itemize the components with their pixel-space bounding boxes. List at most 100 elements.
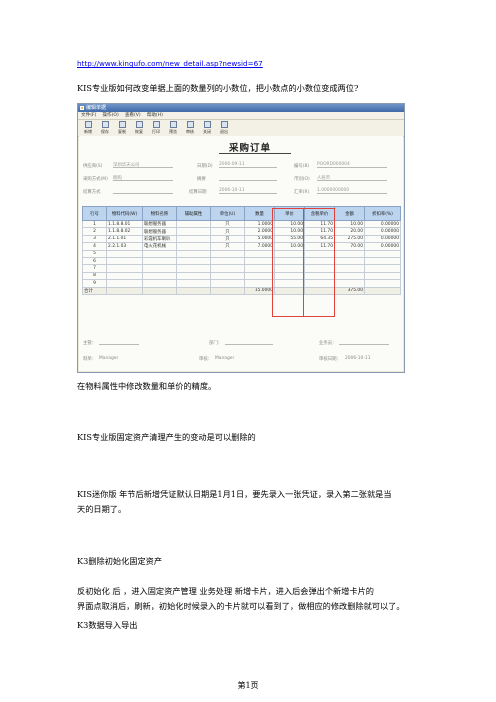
table-cell[interactable] <box>106 264 143 273</box>
table-cell[interactable] <box>210 271 245 281</box>
table-cell[interactable] <box>106 249 143 258</box>
table-row[interactable]: 7 <box>82 264 401 273</box>
table-cell[interactable] <box>364 249 401 258</box>
table-cell[interactable]: 只 <box>210 242 245 251</box>
table-cell[interactable] <box>176 264 211 273</box>
table-cell[interactable]: 3 <box>82 234 107 244</box>
table-cell[interactable] <box>142 264 177 273</box>
table-row[interactable]: 9 <box>82 279 401 288</box>
table-cell[interactable] <box>106 279 143 288</box>
menu-file[interactable]: 文件(F) <box>81 112 96 119</box>
col-item-name[interactable]: 物料名称 <box>142 206 177 221</box>
table-cell[interactable] <box>106 256 143 266</box>
col-line[interactable]: 行号 <box>82 206 107 221</box>
table-cell[interactable] <box>364 256 401 266</box>
table-cell[interactable]: 9 <box>82 279 107 288</box>
col-discount[interactable]: 折扣率(%) <box>364 206 401 221</box>
table-cell[interactable]: 2.0000 <box>244 227 275 236</box>
table-cell[interactable]: 7 <box>82 264 107 273</box>
table-cell[interactable] <box>364 264 401 273</box>
table-cell[interactable]: 0.00000 <box>364 219 401 229</box>
table-cell[interactable] <box>176 279 211 288</box>
new-button[interactable]: 新增 <box>81 121 95 135</box>
exit-button[interactable]: 退出 <box>217 121 231 135</box>
table-cell[interactable]: 电火花机械 <box>142 242 177 251</box>
table-cell[interactable]: 1.1.8.8.02 <box>106 227 143 236</box>
manager-field[interactable] <box>99 339 139 345</box>
table-cell[interactable]: 1 <box>82 219 107 229</box>
table-cell[interactable] <box>210 249 245 258</box>
table-cell[interactable]: 联想服务器 <box>142 219 177 229</box>
table-row[interactable]: 3 2.1.1.01 彩霞机车喇叭只 5.0000 55.00 64.35 275.00 0.… <box>82 234 401 244</box>
table-cell[interactable] <box>176 249 211 258</box>
table-cell[interactable]: 2.2.1.03 <box>106 242 143 251</box>
table-cell[interactable] <box>210 279 245 288</box>
table-cell[interactable]: 8 <box>82 271 107 281</box>
table-cell[interactable] <box>364 279 401 288</box>
menu-operate[interactable]: 操作(O) <box>102 112 118 119</box>
table-row[interactable]: 4 2.2.1.03 电火花机械只 7.0000 10.00 11.70 70.00 0.00… <box>82 242 401 251</box>
table-cell[interactable] <box>106 271 143 281</box>
table-cell[interactable]: 联想服务器 <box>142 227 177 236</box>
table-row[interactable]: 8 <box>82 271 401 281</box>
col-amount[interactable]: 金额 <box>334 206 365 221</box>
table-cell[interactable] <box>244 264 275 273</box>
table-cell[interactable]: 0.00000 <box>364 242 401 251</box>
table-cell[interactable] <box>244 271 275 281</box>
table-row[interactable]: 2 1.1.8.8.02 联想服务器只 2.0000 10.00 11.70 20.00 0.… <box>82 227 401 236</box>
date-field[interactable]: 2006-09-11 <box>219 162 277 168</box>
currency-field[interactable]: 人民币 <box>317 175 387 181</box>
audit-button[interactable]: 审核 <box>183 121 197 135</box>
supplier-field[interactable]: 深圳华天公司 <box>113 162 173 168</box>
table-cell[interactable] <box>176 242 211 251</box>
table-cell[interactable] <box>244 279 275 288</box>
table-cell[interactable]: 0.00000 <box>364 227 401 236</box>
table-row[interactable]: 5 <box>82 249 401 258</box>
table-cell[interactable] <box>176 227 211 236</box>
col-aux[interactable]: 辅助属性 <box>176 206 211 221</box>
table-row[interactable]: 6 <box>82 256 401 266</box>
restore-button[interactable]: 恢复 <box>132 121 146 135</box>
table-cell[interactable]: 0.00000 <box>364 234 401 244</box>
table-cell[interactable] <box>334 279 365 288</box>
table-cell[interactable]: 20.00 <box>334 227 365 236</box>
table-cell[interactable] <box>334 264 365 273</box>
table-cell[interactable] <box>142 256 177 266</box>
table-cell[interactable] <box>244 256 275 266</box>
table-cell[interactable] <box>142 279 177 288</box>
settle-date-field[interactable]: 2006-10-11 <box>219 188 277 194</box>
save-button[interactable]: 保存 <box>98 121 112 135</box>
table-cell[interactable] <box>244 249 275 258</box>
table-cell[interactable] <box>176 219 211 229</box>
table-cell[interactable]: 10.00 <box>334 219 365 229</box>
table-cell[interactable]: 彩霞机车喇叭 <box>142 234 177 244</box>
table-cell[interactable] <box>210 256 245 266</box>
table-cell[interactable] <box>334 271 365 281</box>
table-cell[interactable] <box>176 271 211 281</box>
table-cell[interactable] <box>142 271 177 281</box>
close-button[interactable]: 关闭 <box>200 121 214 135</box>
table-cell[interactable]: 2 <box>82 227 107 236</box>
table-cell[interactable]: 4 <box>82 242 107 251</box>
table-cell[interactable] <box>142 249 177 258</box>
menu-view[interactable]: 查看(V) <box>125 112 141 119</box>
table-cell[interactable]: 2.1.1.01 <box>106 234 143 244</box>
dept-field[interactable] <box>225 339 273 345</box>
table-cell[interactable] <box>364 271 401 281</box>
table-cell[interactable] <box>210 264 245 273</box>
copy-button[interactable]: 复制 <box>115 121 129 135</box>
table-cell[interactable]: 只 <box>210 234 245 244</box>
table-cell[interactable] <box>334 249 365 258</box>
settle-method-field[interactable] <box>113 188 173 194</box>
table-cell[interactable] <box>176 256 211 266</box>
print-button[interactable]: 打印 <box>149 121 163 135</box>
col-qty[interactable]: 数量 <box>244 206 275 221</box>
table-cell[interactable]: 6 <box>82 256 107 266</box>
number-field[interactable]: POORD000004 <box>317 162 387 168</box>
table-cell[interactable]: 5.0000 <box>244 234 275 244</box>
preview-button[interactable]: 预览 <box>166 121 180 135</box>
table-row[interactable]: 1 1.1.8.8.01 联想服务器只 1.0000 10.00 11.70 10.00 0.… <box>82 219 401 229</box>
col-item-code[interactable]: 物料代码(W) <box>106 206 143 221</box>
table-cell[interactable]: 只 <box>210 219 245 229</box>
col-unit[interactable]: 单位(U) <box>210 206 245 221</box>
